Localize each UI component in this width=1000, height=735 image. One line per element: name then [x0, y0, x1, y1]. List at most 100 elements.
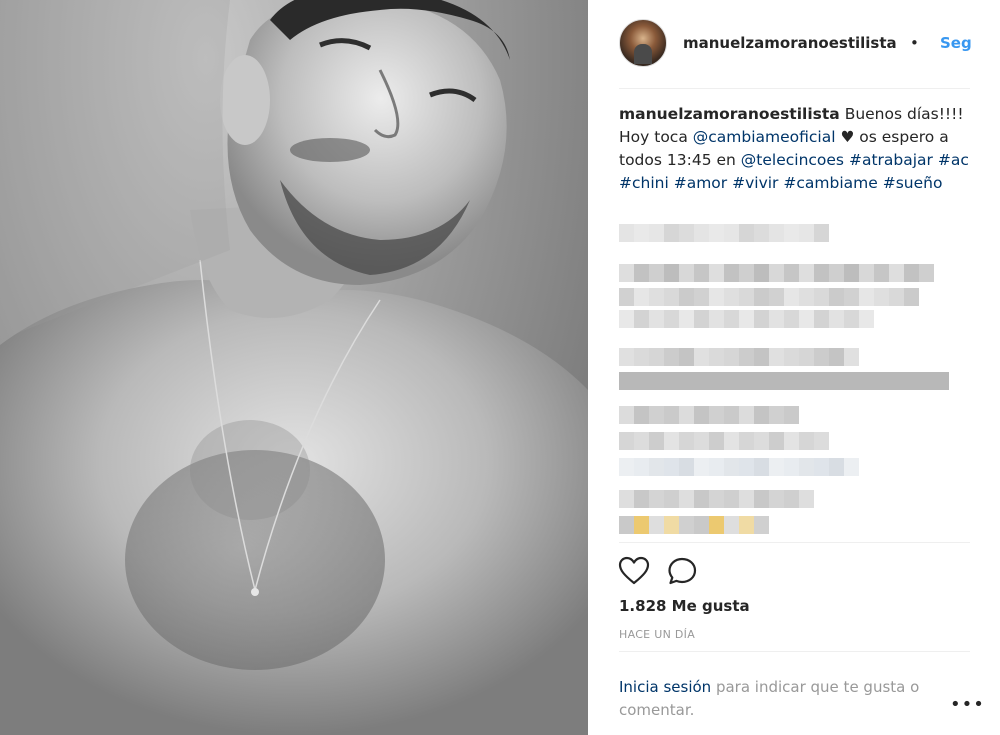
pixel-block — [784, 310, 799, 328]
pixel-block — [619, 224, 634, 242]
hashtag-link[interactable]: #cambiame — [783, 174, 877, 192]
pixel-block — [844, 264, 859, 282]
pixel-block — [799, 288, 814, 306]
pixel-block — [739, 432, 754, 450]
pixel-block — [724, 264, 739, 282]
pixel-block — [754, 432, 769, 450]
pixel-block — [739, 224, 754, 242]
pixel-block — [739, 348, 754, 366]
pixel-block — [694, 224, 709, 242]
login-link[interactable]: Inicia sesión — [619, 678, 711, 696]
post-timestamp[interactable]: HACE UN DÍA — [619, 628, 695, 641]
pixel-block — [709, 432, 724, 450]
pixel-block — [679, 372, 694, 390]
post-header: manuelzamoranoestilista • Seg — [588, 0, 1000, 88]
pixel-block — [784, 348, 799, 366]
pixel-block — [664, 458, 679, 476]
pixel-block — [649, 516, 664, 534]
comments-divider — [619, 542, 970, 543]
hashtag-link[interactable]: #chini — [619, 174, 669, 192]
comment-button[interactable] — [667, 556, 699, 590]
pixel-block — [664, 264, 679, 282]
pixel-block — [739, 516, 754, 534]
pixel-block — [769, 490, 784, 508]
pixel-block — [694, 432, 709, 450]
pixel-block — [634, 348, 649, 366]
pixel-block — [634, 516, 649, 534]
avatar[interactable] — [619, 19, 667, 67]
pixel-block — [664, 348, 679, 366]
pixel-block — [724, 288, 739, 306]
hashtag-link[interactable]: #amor — [674, 174, 727, 192]
pixel-block — [649, 224, 664, 242]
pixel-block — [754, 458, 769, 476]
pixel-block — [634, 372, 649, 390]
pixel-block — [769, 348, 784, 366]
pixel-block — [844, 372, 859, 390]
pixel-block — [724, 310, 739, 328]
header-username[interactable]: manuelzamoranoestilista — [683, 34, 897, 52]
caption-username[interactable]: manuelzamoranoestilista — [619, 105, 840, 123]
pixel-block — [754, 224, 769, 242]
pixel-block — [859, 264, 874, 282]
pixel-block — [619, 432, 634, 450]
pixelated-comment-line — [619, 432, 831, 450]
pixel-block — [664, 310, 679, 328]
pixel-block — [694, 372, 709, 390]
pixel-block — [739, 490, 754, 508]
pixel-block — [724, 372, 739, 390]
pixel-block — [784, 432, 799, 450]
pixel-block — [799, 224, 814, 242]
pixel-block — [904, 288, 919, 306]
pixel-block — [859, 288, 874, 306]
pixel-block — [649, 310, 664, 328]
pixel-block — [634, 406, 649, 424]
pixel-block — [634, 432, 649, 450]
pixel-block — [904, 264, 919, 282]
pixelated-comment-line — [619, 458, 859, 476]
pixel-block — [859, 372, 874, 390]
pixel-block — [814, 288, 829, 306]
pixel-block — [679, 516, 694, 534]
follow-button[interactable]: Seg — [940, 34, 972, 52]
pixel-block — [649, 348, 664, 366]
pixel-block — [694, 264, 709, 282]
pixel-block — [679, 310, 694, 328]
pixel-block — [739, 372, 754, 390]
pixel-block — [724, 432, 739, 450]
pixel-block — [904, 372, 919, 390]
pixel-block — [739, 458, 754, 476]
like-button[interactable] — [618, 556, 650, 590]
pixel-block — [754, 310, 769, 328]
footer-divider — [619, 651, 970, 652]
pixel-block — [649, 288, 664, 306]
pixel-block — [664, 288, 679, 306]
pixel-block — [829, 310, 844, 328]
hashtag-link[interactable]: #ac — [938, 151, 969, 169]
pixel-block — [649, 372, 664, 390]
hashtag-link[interactable]: #atrabajar — [849, 151, 933, 169]
pixel-block — [919, 372, 934, 390]
hashtag-link[interactable]: #sueño — [883, 174, 943, 192]
pixelated-comment-line — [619, 372, 949, 390]
pixel-block — [709, 224, 724, 242]
pixel-block — [814, 310, 829, 328]
pixel-block — [739, 264, 754, 282]
post-photo[interactable] — [0, 0, 588, 735]
pixel-block — [649, 490, 664, 508]
pixel-block — [649, 264, 664, 282]
login-prompt: Inicia sesión para indicar que te gusta … — [619, 676, 949, 722]
pixel-block — [889, 264, 904, 282]
likes-count[interactable]: 1.828 Me gusta — [619, 597, 750, 615]
pixel-block — [709, 288, 724, 306]
mention-link[interactable]: @telecincoes — [741, 151, 844, 169]
more-options-icon[interactable]: ••• — [950, 694, 985, 715]
pixel-block — [619, 348, 634, 366]
pixel-block — [679, 490, 694, 508]
hashtag-link[interactable]: #vivir — [732, 174, 778, 192]
mention-link[interactable]: @cambiameoficial — [693, 128, 836, 146]
pixel-block — [709, 406, 724, 424]
pixel-block — [919, 264, 934, 282]
pixel-block — [619, 516, 634, 534]
pixel-block — [724, 490, 739, 508]
